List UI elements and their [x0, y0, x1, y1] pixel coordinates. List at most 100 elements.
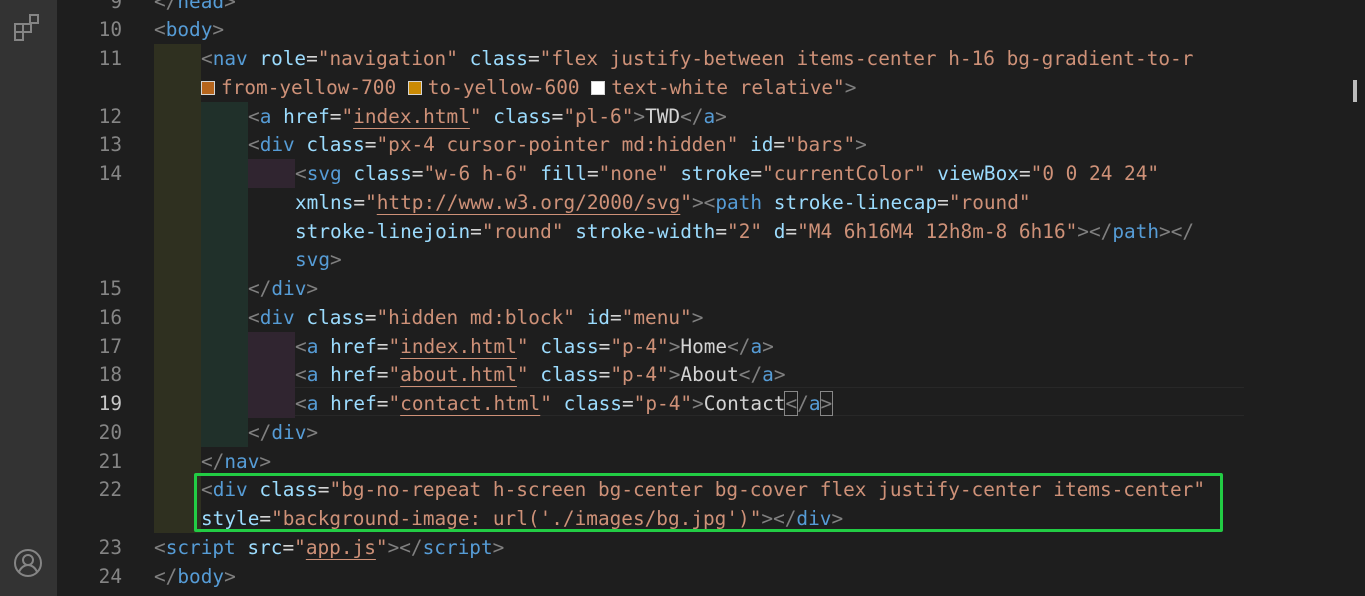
code-token: href [330, 363, 377, 387]
code-token: >< [691, 190, 716, 214]
code-token: > [691, 305, 704, 329]
code-token: = [937, 190, 949, 214]
code-token: " [469, 104, 482, 128]
code-line[interactable]: <a href="contact.html" class="p-4">Conta… [295, 389, 834, 418]
code-token: div [271, 277, 307, 300]
code-line[interactable]: <div class="hidden md:block" id="menu"> [248, 303, 703, 332]
code-token: = [1018, 162, 1031, 185]
line-number: 23 [98, 535, 122, 559]
code-token: < [295, 392, 307, 415]
code-line[interactable]: <nav role="navigation" class="flex justi… [201, 44, 1193, 73]
code-token: "p-4" [633, 392, 693, 415]
extensions-icon[interactable] [12, 11, 44, 43]
code-line[interactable]: <body> [154, 15, 224, 44]
indent-guide [201, 216, 248, 246]
line-number: 14 [98, 162, 122, 185]
code-token: > [224, 564, 236, 588]
code-line[interactable]: </div> [248, 418, 318, 447]
code-token: nav [224, 449, 260, 473]
code-line[interactable]: stroke-linejoin="round" stroke-width="2"… [295, 217, 1194, 246]
annotation-highlight-box [194, 473, 1223, 532]
code-token: TWD [645, 104, 681, 128]
color-swatch[interactable] [591, 80, 606, 95]
code-token: "flex justify-between items-center h-16 … [539, 47, 1194, 70]
color-swatch[interactable] [201, 80, 215, 95]
code-token: > [306, 277, 319, 300]
code-line[interactable]: svg> [295, 245, 342, 274]
code-token: a [703, 104, 716, 128]
code-token: "0 0 24 24" [1030, 162, 1160, 185]
code-token: index.html [353, 104, 470, 128]
code-line[interactable]: </div> [248, 274, 318, 303]
code-token: > [224, 0, 236, 13]
code-line[interactable]: <svg class="w-6 h-6" fill="none" stroke=… [295, 159, 1159, 188]
code-token: = [527, 47, 540, 70]
code-token: href [283, 104, 330, 128]
scrollbar-marker[interactable] [1353, 80, 1357, 102]
code-token: path [715, 190, 763, 214]
code-token: = [353, 190, 366, 214]
code-token: script [422, 535, 493, 559]
code-token: "2" [727, 219, 763, 243]
code-token: id [750, 133, 774, 157]
indent-guide [154, 360, 201, 389]
account-icon[interactable] [12, 547, 44, 579]
code-token: </ [248, 420, 272, 444]
code-token: a [306, 392, 319, 415]
code-token: class [493, 104, 552, 128]
line-number: 15 [98, 277, 122, 300]
code-token: "round" [948, 190, 1031, 214]
code-token: to-yellow-600 [427, 75, 592, 99]
indent-guide [248, 331, 295, 361]
code-token: "M4 6h16M4 12h8m-8 6h16" [797, 219, 1078, 243]
code-line[interactable]: <a href="index.html" class="pl-6">TWD</a… [248, 102, 727, 131]
code-token: > [306, 420, 319, 444]
indent-guide [154, 130, 201, 159]
line-number: 22 [98, 478, 122, 502]
code-line[interactable]: from-yellow-700 to-yellow-600 text-white… [201, 73, 856, 102]
code-token: "currentColor" [762, 162, 926, 185]
color-swatch[interactable] [407, 80, 422, 95]
code-token: " [516, 334, 529, 358]
indent-guide [154, 389, 201, 418]
code-token: > [819, 391, 834, 416]
code-token: </ [154, 0, 178, 13]
code-token: ></ [387, 535, 423, 559]
code-token: = [785, 219, 798, 243]
indent-guide [154, 44, 201, 73]
code-line[interactable]: </nav> [201, 447, 271, 476]
code-line[interactable]: </body> [154, 562, 236, 591]
code-token: div [271, 420, 307, 444]
code-token: < [201, 47, 213, 70]
indent-guide [154, 72, 201, 102]
code-line[interactable]: <script src="app.js"></script> [154, 533, 504, 562]
code-line[interactable]: </head> [154, 0, 236, 16]
code-line[interactable]: <a href="index.html" class="p-4">Home</a… [295, 332, 774, 361]
code-line[interactable]: xmlns="http://www.w3.org/2000/svg"><path… [295, 188, 1031, 217]
indent-guide [201, 360, 248, 389]
code-token: class [563, 392, 622, 415]
code-token: = [470, 219, 482, 243]
code-token: > [762, 334, 774, 358]
code-token: </ [248, 277, 272, 300]
code-token: > [773, 363, 786, 387]
indent-guide [248, 159, 295, 188]
code-token: < [154, 18, 166, 42]
code-line[interactable]: <a href="about.html" class="p-4">About</… [295, 360, 786, 389]
code-token: </ [201, 449, 225, 473]
indent-guide [154, 159, 201, 188]
code-token: > [259, 449, 272, 473]
code-line[interactable]: <div class="px-4 cursor-pointer md:hidde… [248, 130, 867, 159]
code-token: > [492, 535, 505, 559]
code-token: = [598, 334, 611, 358]
code-token: = [586, 162, 599, 185]
code-token: a [259, 104, 272, 128]
